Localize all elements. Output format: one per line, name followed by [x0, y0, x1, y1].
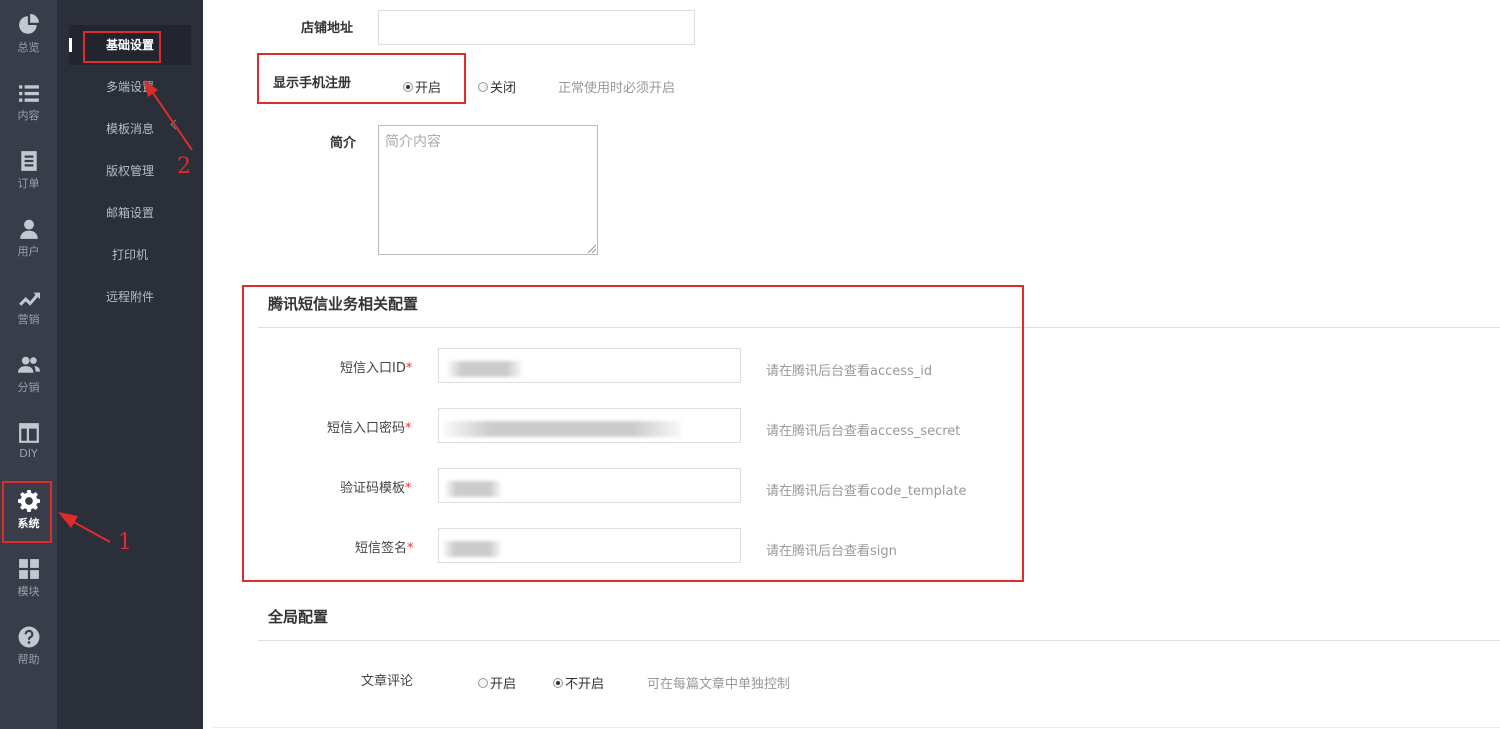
grid-icon [18, 559, 39, 579]
radio-unchecked-icon [478, 81, 488, 92]
phone-register-off-label: 关闭 [490, 81, 517, 96]
nav-content-label: 内容 [17, 109, 40, 122]
nav-overview-label: 总览 [17, 41, 40, 54]
global-section-title: 全局配置 [268, 608, 329, 626]
list-icon [18, 85, 39, 102]
bottom-divider [213, 727, 1500, 728]
nav-help[interactable]: 帮助 [0, 614, 57, 672]
intro-label: 简介 [330, 136, 357, 151]
annotation-number-1: 1 [118, 530, 132, 555]
document-icon [20, 151, 37, 171]
nav-modules[interactable]: 模块 [0, 546, 57, 604]
nav-overview[interactable]: 总览 [0, 2, 57, 60]
subnav-email-settings[interactable]: 邮箱设置 [69, 193, 191, 233]
intro-textarea[interactable]: 简介内容 [378, 125, 598, 255]
users-icon [17, 356, 40, 373]
question-icon [18, 626, 39, 648]
intro-placeholder: 简介内容 [385, 134, 441, 150]
nav-marketing[interactable]: 营销 [0, 274, 57, 332]
article-comment-label: 文章评论 [361, 674, 414, 689]
subnav-printer[interactable]: 打印机 [69, 235, 191, 275]
radio-unchecked-icon [478, 677, 488, 688]
phone-register-hint: 正常使用时必须开启 [558, 81, 676, 96]
shop-address-input[interactable] [378, 10, 695, 45]
annotation-number-2: 2 [177, 154, 191, 179]
article-comment-on-label: 开启 [490, 677, 517, 692]
shop-address-label: 店铺地址 [301, 21, 354, 36]
nav-content[interactable]: 内容 [0, 70, 57, 128]
global-section-divider [258, 640, 1500, 641]
nav-users-label: 用户 [17, 245, 40, 258]
user-icon [19, 219, 38, 239]
annotation-box-sms-config [242, 285, 1024, 582]
nav-marketing-label: 营销 [17, 313, 40, 326]
nav-diy-label: DIY [19, 447, 38, 460]
nav-diy[interactable]: DIY [0, 410, 57, 468]
main-nav-rail: 总览 内容 订单 用户 营销 分销 DIY 系统 模块 帮助 [0, 0, 57, 729]
subnav-copyright[interactable]: 版权管理 [69, 151, 191, 191]
article-comment-hint: 可在每篇文章中单独控制 [647, 677, 791, 692]
nav-orders[interactable]: 订单 [0, 138, 57, 196]
subnav-remote-attachment[interactable]: 远程附件 [69, 277, 191, 317]
nav-modules-label: 模块 [17, 585, 40, 598]
article-comment-off-radio[interactable]: 不开启 [553, 673, 604, 692]
nav-distribution[interactable]: 分销 [0, 342, 57, 400]
nav-help-label: 帮助 [17, 653, 40, 666]
article-comment-off-label: 不开启 [565, 677, 605, 692]
phone-register-off-radio[interactable]: 关闭 [478, 77, 516, 96]
annotation-box-system [2, 481, 52, 543]
layout-icon [18, 423, 39, 443]
pie-chart-icon [18, 14, 39, 34]
subnav-multi-platform[interactable]: 多端设置 [69, 67, 191, 107]
nav-users[interactable]: 用户 [0, 206, 57, 264]
annotation-box-basic-settings [83, 31, 161, 63]
nav-distribution-label: 分销 [17, 381, 40, 394]
nav-orders-label: 订单 [17, 177, 40, 190]
resize-handle-icon[interactable] [588, 245, 596, 253]
annotation-box-phone-register [257, 53, 466, 104]
article-comment-on-radio[interactable]: 开启 [478, 673, 516, 692]
radio-checked-icon [553, 677, 563, 688]
system-subnav: 基础设置 多端设置 模板消息 版权管理 邮箱设置 打印机 远程附件 [57, 0, 203, 729]
trend-up-icon [18, 292, 40, 306]
subnav-template-messages[interactable]: 模板消息 [69, 109, 191, 149]
